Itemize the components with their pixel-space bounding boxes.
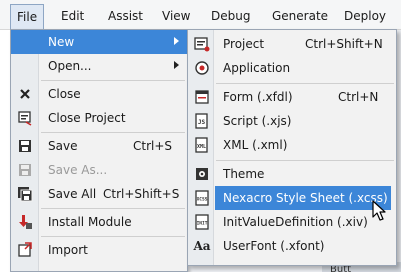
mouse-cursor-icon xyxy=(372,200,386,221)
new-nexacro-style-sheet-label: Nexacro Style Sheet (.xcss) xyxy=(223,191,388,205)
file-menu-close[interactable]: Close xyxy=(11,82,187,106)
new-project-shortcut: Ctrl+Shift+N xyxy=(305,37,383,51)
menu-generate[interactable]: Generate xyxy=(266,6,334,26)
file-menu-save[interactable]: Save Ctrl+S xyxy=(11,134,187,158)
file-menu-save-shortcut: Ctrl+S xyxy=(133,139,173,153)
new-theme[interactable]: Theme xyxy=(188,162,396,186)
file-menu-install-module-label: Install Module xyxy=(48,215,132,229)
file-menu-new[interactable]: New xyxy=(11,30,187,54)
file-menu-install-module[interactable]: Install Module xyxy=(11,210,187,234)
submenu-arrow-icon xyxy=(174,37,179,45)
menu-file[interactable]: File xyxy=(10,4,45,30)
file-menu-open-label: Open... xyxy=(48,59,92,73)
new-script[interactable]: JS Script (.xjs) xyxy=(188,109,396,133)
application-icon xyxy=(194,60,210,76)
menu-separator xyxy=(41,236,185,237)
menu-bar: File Edit Assist View Debug Generate Dep… xyxy=(0,0,401,30)
file-menu-import-label: Import xyxy=(48,243,88,257)
file-menu-import[interactable]: Import xyxy=(11,238,187,262)
new-form[interactable]: Form (.xfdl) Ctrl+N xyxy=(188,85,396,109)
menu-separator xyxy=(216,160,394,161)
form-icon xyxy=(194,89,210,105)
menu-view[interactable]: View xyxy=(156,6,196,26)
svg-text:JS: JS xyxy=(198,119,206,126)
menu-separator xyxy=(41,208,185,209)
file-menu-open[interactable]: Open... xyxy=(11,54,187,78)
file-menu: New Open... Close Close Project Save Ctr… xyxy=(10,29,188,272)
install-module-icon xyxy=(17,214,33,230)
new-project-label: Project xyxy=(223,37,265,51)
new-xml-label: XML (.xml) xyxy=(223,138,288,152)
theme-icon xyxy=(194,166,210,182)
file-menu-save-as[interactable]: Save As... xyxy=(11,158,187,182)
new-init-value-definition-label: InitValueDefinition (.xiv) xyxy=(223,215,368,229)
new-nexacro-style-sheet[interactable]: Nexacro Style Sheet (.xcss) xyxy=(215,186,391,210)
menu-separator xyxy=(41,80,185,81)
new-userfont-label: UserFont (.xfont) xyxy=(223,239,325,253)
file-menu-save-all-shortcut: Ctrl+Shift+S xyxy=(103,187,180,201)
menu-edit[interactable]: Edit xyxy=(55,6,90,26)
file-menu-save-all-label: Save All xyxy=(48,187,97,201)
menu-separator xyxy=(216,83,394,84)
close-x-icon xyxy=(17,86,33,102)
file-menu-save-as-label: Save As... xyxy=(48,163,108,177)
save-all-icon xyxy=(17,186,33,202)
project-icon xyxy=(194,36,210,52)
menu-assist[interactable]: Assist xyxy=(102,6,149,26)
new-script-label: Script (.xjs) xyxy=(223,114,292,128)
svg-text:INIT: INIT xyxy=(197,221,208,227)
submenu-arrow-icon xyxy=(174,61,179,69)
new-form-label: Form (.xfdl) xyxy=(223,90,293,104)
new-application[interactable]: Application xyxy=(188,56,396,80)
new-init-value-definition[interactable]: INIT InitValueDefinition (.xiv) xyxy=(188,210,396,234)
import-icon xyxy=(17,242,33,258)
new-theme-label: Theme xyxy=(223,167,265,181)
close-project-icon xyxy=(17,110,33,126)
new-application-label: Application xyxy=(223,61,291,75)
file-menu-close-label: Close xyxy=(48,87,81,101)
new-xml[interactable]: XML XML (.xml) xyxy=(188,133,396,157)
new-submenu: Project Ctrl+Shift+N Application Form (.… xyxy=(187,29,397,266)
svg-text:XCSS: XCSS xyxy=(197,197,208,203)
new-project[interactable]: Project Ctrl+Shift+N xyxy=(188,32,396,56)
save-as-icon xyxy=(17,162,33,178)
userfont-icon: Aa xyxy=(193,239,211,253)
menu-separator xyxy=(41,132,185,133)
file-menu-new-label: New xyxy=(48,35,75,49)
file-menu-save-label: Save xyxy=(48,139,78,153)
xml-icon: XML xyxy=(194,137,210,153)
svg-text:XML: XML xyxy=(197,144,206,150)
script-icon: JS xyxy=(194,113,210,129)
xcss-icon: XCSS xyxy=(194,190,210,206)
file-menu-close-project[interactable]: Close Project xyxy=(11,106,187,130)
file-menu-close-project-label: Close Project xyxy=(48,111,126,125)
save-icon xyxy=(17,138,33,154)
new-form-shortcut: Ctrl+N xyxy=(338,90,379,104)
menu-deploy[interactable]: Deploy xyxy=(338,6,392,26)
init-value-icon: INIT xyxy=(194,214,210,230)
new-userfont[interactable]: Aa UserFont (.xfont) xyxy=(188,234,396,258)
file-menu-save-all[interactable]: Save All Ctrl+Shift+S xyxy=(11,182,187,206)
menu-debug[interactable]: Debug xyxy=(205,6,256,26)
